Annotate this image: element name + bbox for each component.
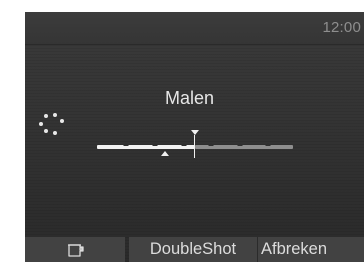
slider-marker-up-icon (161, 151, 169, 156)
slider-marker-down-icon (191, 130, 199, 135)
slider-tick (265, 143, 271, 146)
softkey-bar: DoubleShot Afbreken (25, 237, 364, 262)
cancel-button[interactable]: Afbreken (257, 237, 364, 262)
grind-progress-slider (97, 130, 293, 162)
slider-handle (191, 130, 199, 158)
coffee-machine-screen: 12:00 Malen DoubleShot Afbreken (25, 12, 364, 262)
slider-handle-line (194, 135, 195, 158)
loading-spinner-icon (35, 107, 67, 139)
slider-tick (181, 143, 187, 146)
slider-tick (152, 143, 158, 146)
doubleshot-button[interactable]: DoubleShot (129, 237, 257, 262)
status-bar: 12:00 (25, 12, 364, 45)
slider-tick (123, 143, 129, 146)
process-title: Malen (165, 88, 215, 108)
clock-time: 12:00 (322, 19, 361, 36)
cup-softkey-button[interactable] (25, 237, 125, 262)
slider-tick (237, 143, 243, 146)
cup-icon (64, 241, 86, 259)
slider-tick (208, 143, 214, 146)
